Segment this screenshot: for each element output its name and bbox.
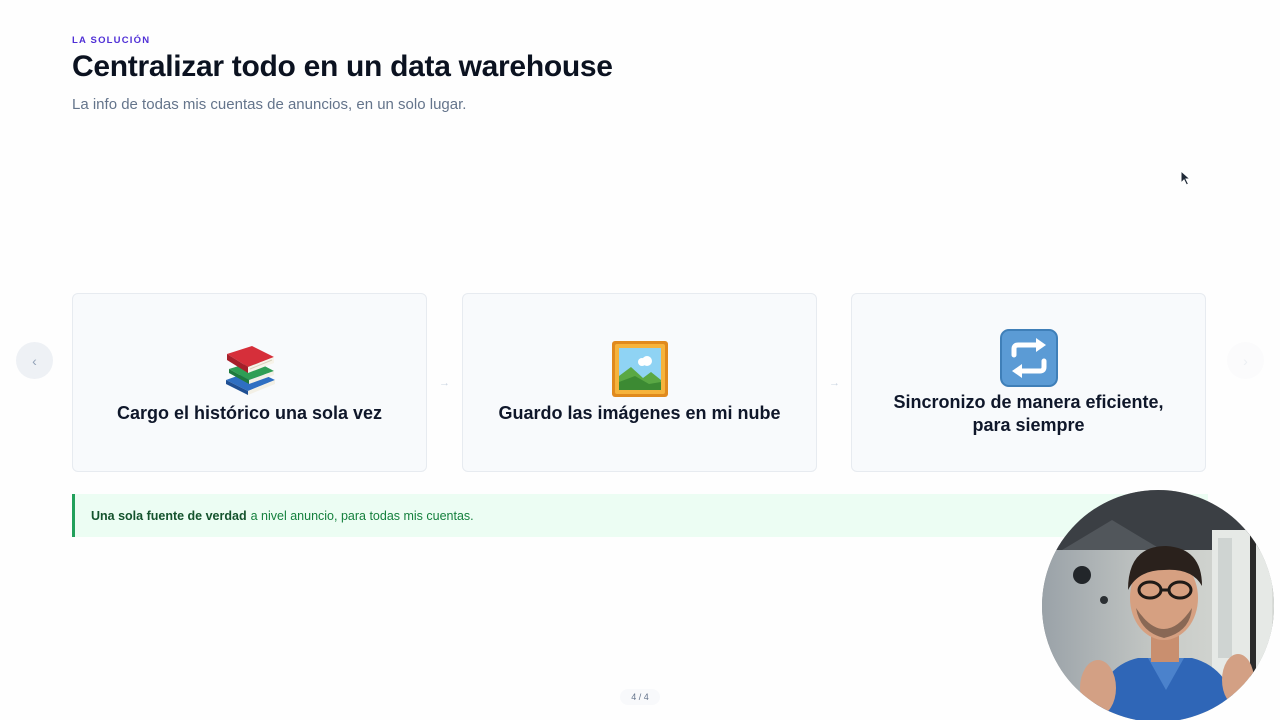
sync-arrows-icon [999, 328, 1058, 387]
step-label: Guardo las imágenes en mi nube [498, 403, 781, 423]
presenter-webcam [1042, 490, 1274, 720]
framed-picture-icon [611, 340, 669, 398]
previous-slide-button[interactable]: ‹ [16, 342, 53, 379]
step-label: Cargo el histórico una sola vez [116, 403, 383, 423]
step-card-sync: Sincronizo de manera eficiente, para sie… [851, 293, 1206, 472]
step-card-history: Cargo el histórico una sola vez [72, 293, 427, 472]
next-slide-button[interactable]: › [1227, 342, 1264, 379]
steps-row: Cargo el histórico una sola vez → Guardo… [72, 293, 1208, 474]
callout-highlight: Una sola fuente de verdad [91, 508, 247, 523]
section-eyebrow: LA SOLUCIÓN [72, 35, 151, 46]
books-icon [221, 340, 279, 398]
slide-subtitle: La info de todas mis cuentas de anuncios… [72, 96, 467, 113]
slide-title: Centralizar todo en un data warehouse [72, 50, 613, 83]
flow-arrow: → [829, 377, 840, 389]
callout-text: a nivel anuncio, para todas mis cuentas. [250, 508, 474, 523]
flow-arrow: → [439, 377, 450, 389]
step-label: Sincronizo de manera eficiente, para sie… [893, 391, 1164, 435]
slide-counter: 4 / 4 [620, 689, 660, 705]
key-takeaway-callout: Una sola fuente de verdad a nivel anunci… [72, 494, 1208, 537]
slide: LA SOLUCIÓN Centralizar todo en un data … [0, 0, 1280, 720]
mouse-pointer-icon [1180, 170, 1192, 186]
step-card-images: Guardo las imágenes en mi nube [462, 293, 817, 472]
